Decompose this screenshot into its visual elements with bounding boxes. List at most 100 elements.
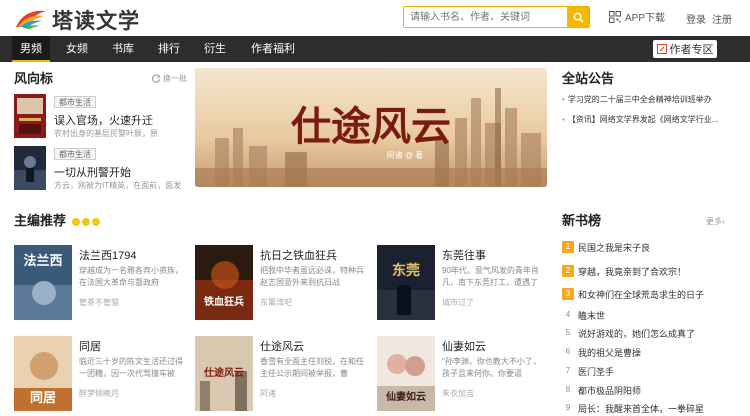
search-icon [573,12,584,23]
rank-item[interactable]: 8 都市极品阴阳师 [562,382,744,398]
book-card[interactable]: 同居 同居 临近三十岁的陈文生活还过得一团糟，因一次代驾撞车被 醉梦倾晚月 [14,336,190,411]
rank-title[interactable]: 局长：我醒来首全体，一拳碎星 [578,402,704,415]
book-cover[interactable]: 东莞 [377,245,435,320]
book-card[interactable]: 铁血狂兵 抗日之铁血狂兵 把我中华者虽远必诛，特种兵赵志国意外来到抗日战 东篱湾… [195,245,371,320]
feng-xiang-biao-title: 风向标 [14,71,54,86]
rank-title[interactable]: 穿越，我竟亲到了合欢宗！ [578,265,686,278]
search-button[interactable] [567,7,589,27]
book-desc: 90年代，意气风发的青年肖凡，南下东莞打工，遭遇了 [442,266,539,287]
book-title[interactable]: 抗日之铁血狂兵 [260,247,337,263]
more-link[interactable]: 更多› [706,216,725,227]
book-author[interactable]: 管茶不管猫 [79,297,119,308]
list-item[interactable]: 都市生活 一切从刑警开始 方云，刚被为IT精英，在面前，面发 [14,146,194,192]
rank-badge: 7 [565,366,571,375]
bullet-icon: • [562,115,565,124]
register-link[interactable]: 注册 [712,11,732,26]
sun-icon [81,217,90,226]
book-desc: 香雪有全面主任刘锐，在和任主任公示期间被举报，曹 [260,357,364,378]
book-title[interactable]: 东莞往事 [442,247,486,263]
book-cover[interactable]: 同居 [14,336,72,411]
nav-item-derivative[interactable]: 衍生 [196,36,234,62]
rank-title[interactable]: 和女神们在全球荒岛求生的日子 [578,288,704,301]
author-zone-label: 作者专区 [669,44,714,56]
search-box [403,6,590,28]
rank-title[interactable]: 医门圣手 [578,365,614,378]
new-books-title: 新书榜 [562,213,602,228]
editor-picks-label: 主编推荐 [14,213,67,228]
site-logo-text[interactable]: 塔读文学 [52,5,140,35]
book-cover[interactable]: 铁血狂兵 [195,245,253,320]
nav-item-male[interactable]: 男频 [12,36,50,62]
rank-item[interactable]: 1 民国之我是宋子良 [562,239,744,255]
book-author[interactable]: 醉梦倾晚月 [79,388,119,399]
book-author[interactable]: 东篱湾吧 [260,297,292,308]
rank-title[interactable]: 民国之我是宋子良 [578,241,650,254]
rank-badge: 5 [565,328,571,337]
cover-text: 仕途风云 [203,366,244,379]
rank-item[interactable]: 5 说好游戏的，她们怎么成真了 [562,325,744,341]
featured-banner[interactable]: 仕途风云 阿诸 @ 著 [195,68,547,187]
book-card[interactable]: 法兰西 法兰西1794 穿越成为一名雅各宾小资族，在法国大革命与督政府 管茶不管… [14,245,190,320]
rank-badge: 3 [562,288,574,300]
rank-badge: 1 [562,241,574,253]
editor-picks-title: 主编推荐 [14,210,100,229]
rank-item[interactable]: 6 我的祖父是曹操 [562,344,744,360]
genre-tag: 都市生活 [54,148,96,160]
main-nav: 男频 女频 书库 排行 衍生 作者福利 作者专区 [0,36,750,62]
book-cover[interactable]: 仙妻如云 [377,336,435,411]
rank-item[interactable]: 2 穿越，我竟亲到了合欢宗！ [562,263,744,279]
list-item[interactable]: 都市生活 误入官场，火速升迁 农村出身的基层民警叶辰，原 [14,94,194,140]
top-header: 塔读文学 APP下载 登录 注册 [0,0,750,36]
rank-item[interactable]: 4 瞌末世 [562,307,744,323]
rank-title[interactable]: 说好游戏的，她们怎么成真了 [578,327,695,340]
banner-title: 仕途风云 [291,103,451,150]
nav-item-author-benefits[interactable]: 作者福利 [246,36,300,62]
book-author[interactable]: 阿诸 [260,388,276,399]
rank-item[interactable]: 3 和女神们在全球荒岛求生的日子 [562,286,744,302]
login-link[interactable]: 登录 [686,11,706,26]
author-zone-button[interactable]: 作者专区 [653,40,717,58]
nav-item-library[interactable]: 书库 [104,36,142,62]
book-title[interactable]: 仙妻如云 [442,338,486,354]
search-input[interactable] [404,7,567,27]
book-title[interactable]: 仕途风云 [260,338,304,354]
book-desc: 农村出身的基层民警叶辰，原 [54,129,158,138]
announcement-text: 【资讯】网络文学界发起《网络文学行业... [567,115,719,124]
app-download-link[interactable]: APP下载 [609,9,665,24]
book-cover[interactable]: 仕途风云 [195,336,253,411]
book-desc: 方云，刚被为IT精英，在面前，面发 [54,181,182,190]
app-download-label: APP下载 [625,13,666,24]
book-cover[interactable] [14,94,46,138]
rank-item[interactable]: 9 局长：我醒来首全体，一拳碎星 [562,400,744,416]
banner-author: 阿诸 @ 著 [387,150,424,160]
nav-item-female[interactable]: 女频 [58,36,96,62]
book-title[interactable]: 法兰西1794 [79,247,136,263]
nav-item-ranking[interactable]: 排行 [150,36,188,62]
rank-badge: 9 [565,403,571,412]
rank-title[interactable]: 都市极品阴阳师 [578,384,641,397]
book-card[interactable]: 仙妻如云 仙妻如云 "孙李渊，你也教大不小了，孩子且来何你。你要逼 朱衣加吉 [377,336,553,411]
announcement-item[interactable]: • 学习党的二十届三中全会精神培训班举办 [562,94,742,105]
cover-text: 仙妻如云 [386,390,426,403]
book-author[interactable]: 城市过了 [442,297,474,308]
chevron-right-icon: › [722,217,725,226]
book-title[interactable]: 一切从刑警开始 [54,164,131,180]
rank-title[interactable]: 我的祖父是曹操 [578,346,641,359]
cover-text: 同居 [30,391,56,406]
announcement-item[interactable]: • 【资讯】网络文学界发起《网络文学行业... [562,114,742,125]
book-card[interactable]: 东莞 东莞往事 90年代，意气风发的青年肖凡，南下东莞打工，遭遇了 城市过了 [377,245,553,320]
book-title[interactable]: 误入官场，火速升迁 [54,112,153,128]
logo-icon[interactable] [14,5,48,31]
book-desc: 把我中华者虽远必诛，特种兵赵志国意外来到抗日战 [260,266,364,287]
book-title[interactable]: 同居 [79,338,101,354]
book-author[interactable]: 朱衣加吉 [442,388,474,399]
book-cover[interactable] [14,146,46,190]
book-cover[interactable]: 法兰西 [14,245,72,320]
cover-text: 铁血狂兵 [204,295,244,308]
book-card[interactable]: 仕途风云 仕途风云 香雪有全面主任刘锐，在和任主任公示期间被举报，曹 阿诸 [195,336,371,411]
rank-item[interactable]: 7 医门圣手 [562,363,744,379]
refresh-button[interactable]: 换一批 [152,73,187,84]
sun-icon [91,217,100,226]
rank-title[interactable]: 瞌末世 [578,309,605,322]
more-label: 更多 [706,217,722,226]
